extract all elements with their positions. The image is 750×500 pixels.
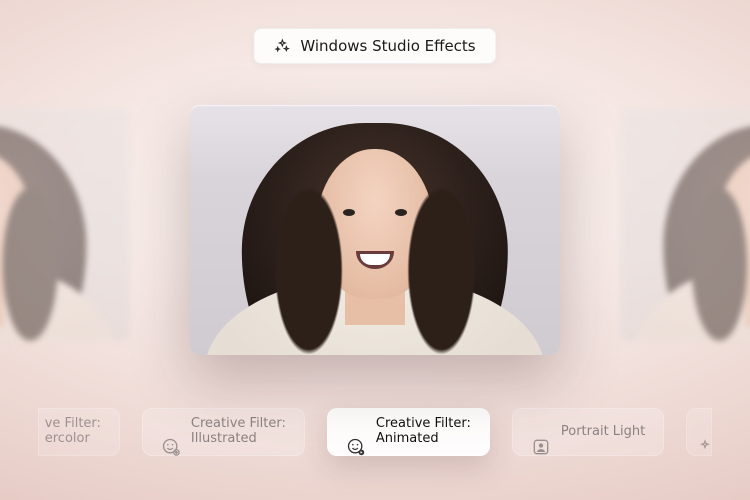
smiley-plus-icon [161, 422, 181, 442]
header-title: Windows Studio Effects [300, 37, 475, 55]
smiley-play-icon [346, 422, 366, 442]
chip-label: ve Filter: ercolor [45, 417, 101, 447]
chip-label: Creative Filter: Animated [376, 417, 471, 447]
studio-effects-header[interactable]: Windows Studio Effects [253, 28, 496, 64]
preview-next[interactable] [620, 107, 750, 342]
preview-current[interactable] [190, 105, 560, 355]
chip-label: Portrait Light [561, 425, 645, 440]
sparkle-icon [274, 38, 290, 54]
chip-label: Creative Filter: Illustrated [191, 417, 286, 447]
filter-chip-illustrated[interactable]: Creative Filter: Illustrated [142, 408, 305, 456]
portrait-illustration [190, 105, 560, 355]
portrait-illustration [0, 107, 130, 342]
portrait-illustration [620, 107, 750, 342]
portrait-icon [531, 422, 551, 442]
preview-carousel [0, 95, 750, 365]
filter-chip-next[interactable] [686, 408, 712, 456]
sparkle-icon [695, 422, 715, 442]
filter-chip-row: ve Filter: ercolor Creative Filter: Illu… [0, 408, 750, 456]
preview-prev[interactable] [0, 107, 130, 342]
filter-chip-portrait-light[interactable]: Portrait Light [512, 408, 664, 456]
filter-chip-watercolor[interactable]: ve Filter: ercolor [38, 408, 120, 456]
filter-chip-animated[interactable]: Creative Filter: Animated [327, 408, 490, 456]
